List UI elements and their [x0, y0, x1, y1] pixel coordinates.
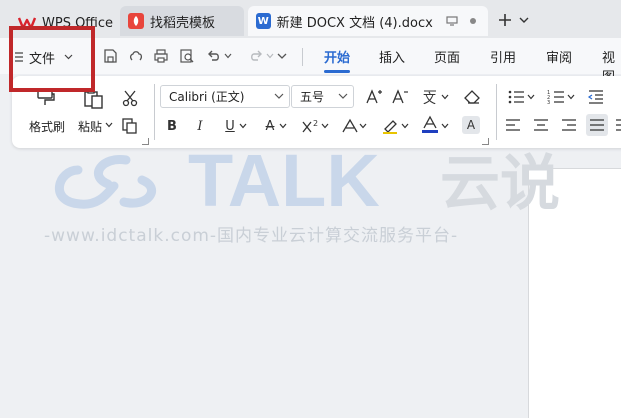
font-size-value: 五号	[300, 90, 325, 104]
clear-formatting-icon[interactable]	[462, 87, 482, 107]
tab-home[interactable]: 开始	[324, 47, 351, 73]
italic-icon[interactable]: I	[190, 116, 210, 136]
text-effects-icon[interactable]	[340, 116, 360, 136]
svg-text:文: 文	[423, 92, 436, 106]
decrease-font-size-icon[interactable]	[390, 87, 410, 107]
highlight-chevron-icon[interactable]	[400, 121, 410, 131]
phonetic-guide-icon[interactable]: 文	[420, 87, 442, 107]
character-shading-icon[interactable]: A	[462, 116, 480, 134]
superscript-chevron-icon[interactable]	[320, 121, 330, 131]
tab-current-document[interactable]: W 新建 DOCX 文档 (4).docx	[248, 6, 488, 36]
tab-list-chevron-icon[interactable]	[519, 16, 529, 24]
ribbon-home-panel: 格式刷 粘贴 Calibri (正文) 五号 文 B I U A 2 A 1 2…	[12, 76, 621, 148]
docer-icon	[128, 13, 144, 29]
align-right-icon[interactable]	[560, 116, 578, 134]
tab-label: 新建 DOCX 文档 (4).docx	[276, 15, 433, 31]
tab-docer-templates[interactable]: 找稻壳模板	[120, 6, 244, 36]
divider	[496, 84, 497, 140]
annotation-highlight-box	[9, 26, 95, 92]
font-color-chevron-icon[interactable]	[440, 121, 450, 131]
divider	[302, 48, 303, 66]
tab-references[interactable]: 引用	[490, 47, 516, 66]
font-dialog-launcher[interactable]	[482, 138, 489, 145]
superscript-icon[interactable]: 2	[300, 116, 322, 136]
font-name-select[interactable]: Calibri (正文)	[160, 85, 290, 108]
underline-icon[interactable]: U	[220, 116, 240, 136]
tab-insert[interactable]: 插入	[379, 47, 405, 66]
print-icon[interactable]	[151, 46, 171, 66]
chevron-down-icon	[274, 93, 284, 99]
new-tab-plus-icon[interactable]	[497, 12, 513, 28]
word-doc-icon: W	[256, 13, 271, 29]
export-pdf-icon[interactable]	[126, 46, 146, 66]
font-color-icon[interactable]	[420, 114, 440, 136]
redo-icon[interactable]	[246, 46, 266, 66]
font-name-value: Calibri (正文)	[169, 90, 245, 104]
unsaved-dot-icon[interactable]	[465, 13, 480, 29]
tab-label: 找稻壳模板	[150, 15, 216, 31]
paste-chevron-icon[interactable]	[104, 120, 114, 130]
divider	[154, 84, 155, 140]
new-tab-controls	[497, 9, 529, 31]
underline-chevron-icon[interactable]	[238, 121, 248, 131]
paste-label[interactable]: 粘贴	[78, 118, 102, 135]
align-center-icon[interactable]	[532, 116, 550, 134]
font-size-select[interactable]: 五号	[291, 85, 354, 108]
format-painter-label[interactable]: 格式刷	[29, 118, 65, 135]
strikethrough-icon[interactable]: A	[260, 116, 280, 136]
decrease-indent-icon[interactable]	[586, 87, 606, 107]
clipboard-dialog-launcher[interactable]	[142, 138, 149, 145]
customize-quick-access-chevron-icon[interactable]	[272, 46, 292, 66]
phonetic-chevron-icon[interactable]	[440, 92, 450, 102]
svg-text:2: 2	[313, 119, 318, 128]
align-left-icon[interactable]	[504, 116, 522, 134]
undo-icon[interactable]	[204, 46, 224, 66]
numbered-list-icon[interactable]: 123	[546, 87, 566, 107]
monitor-icon[interactable]	[445, 13, 460, 29]
print-preview-icon[interactable]	[177, 46, 197, 66]
tab-page[interactable]: 页面	[434, 47, 460, 66]
increase-font-size-icon[interactable]	[364, 87, 384, 107]
watermark-brand-text: TALK	[188, 139, 380, 222]
justify-icon[interactable]	[586, 114, 608, 136]
tab-review[interactable]: 审阅	[546, 47, 572, 66]
chevron-down-icon	[338, 93, 348, 99]
watermark-url-text: -www.idctalk.com-国内专业云计算交流服务平台-	[44, 226, 459, 246]
distributed-align-icon[interactable]	[614, 116, 621, 134]
copy-icon[interactable]	[120, 116, 140, 136]
text-effects-chevron-icon[interactable]	[358, 121, 368, 131]
document-page[interactable]	[528, 168, 621, 418]
cut-icon[interactable]	[120, 88, 140, 108]
strikethrough-chevron-icon[interactable]	[278, 121, 288, 131]
bold-icon[interactable]: B	[162, 116, 182, 136]
undo-chevron-icon[interactable]	[222, 46, 234, 66]
bullet-chevron-icon[interactable]	[526, 92, 536, 102]
svg-text:3: 3	[547, 100, 550, 105]
save-icon[interactable]	[100, 46, 120, 66]
bullet-list-icon[interactable]	[506, 87, 526, 107]
highlight-pen-icon[interactable]	[380, 116, 402, 136]
numbered-chevron-icon[interactable]	[566, 92, 576, 102]
